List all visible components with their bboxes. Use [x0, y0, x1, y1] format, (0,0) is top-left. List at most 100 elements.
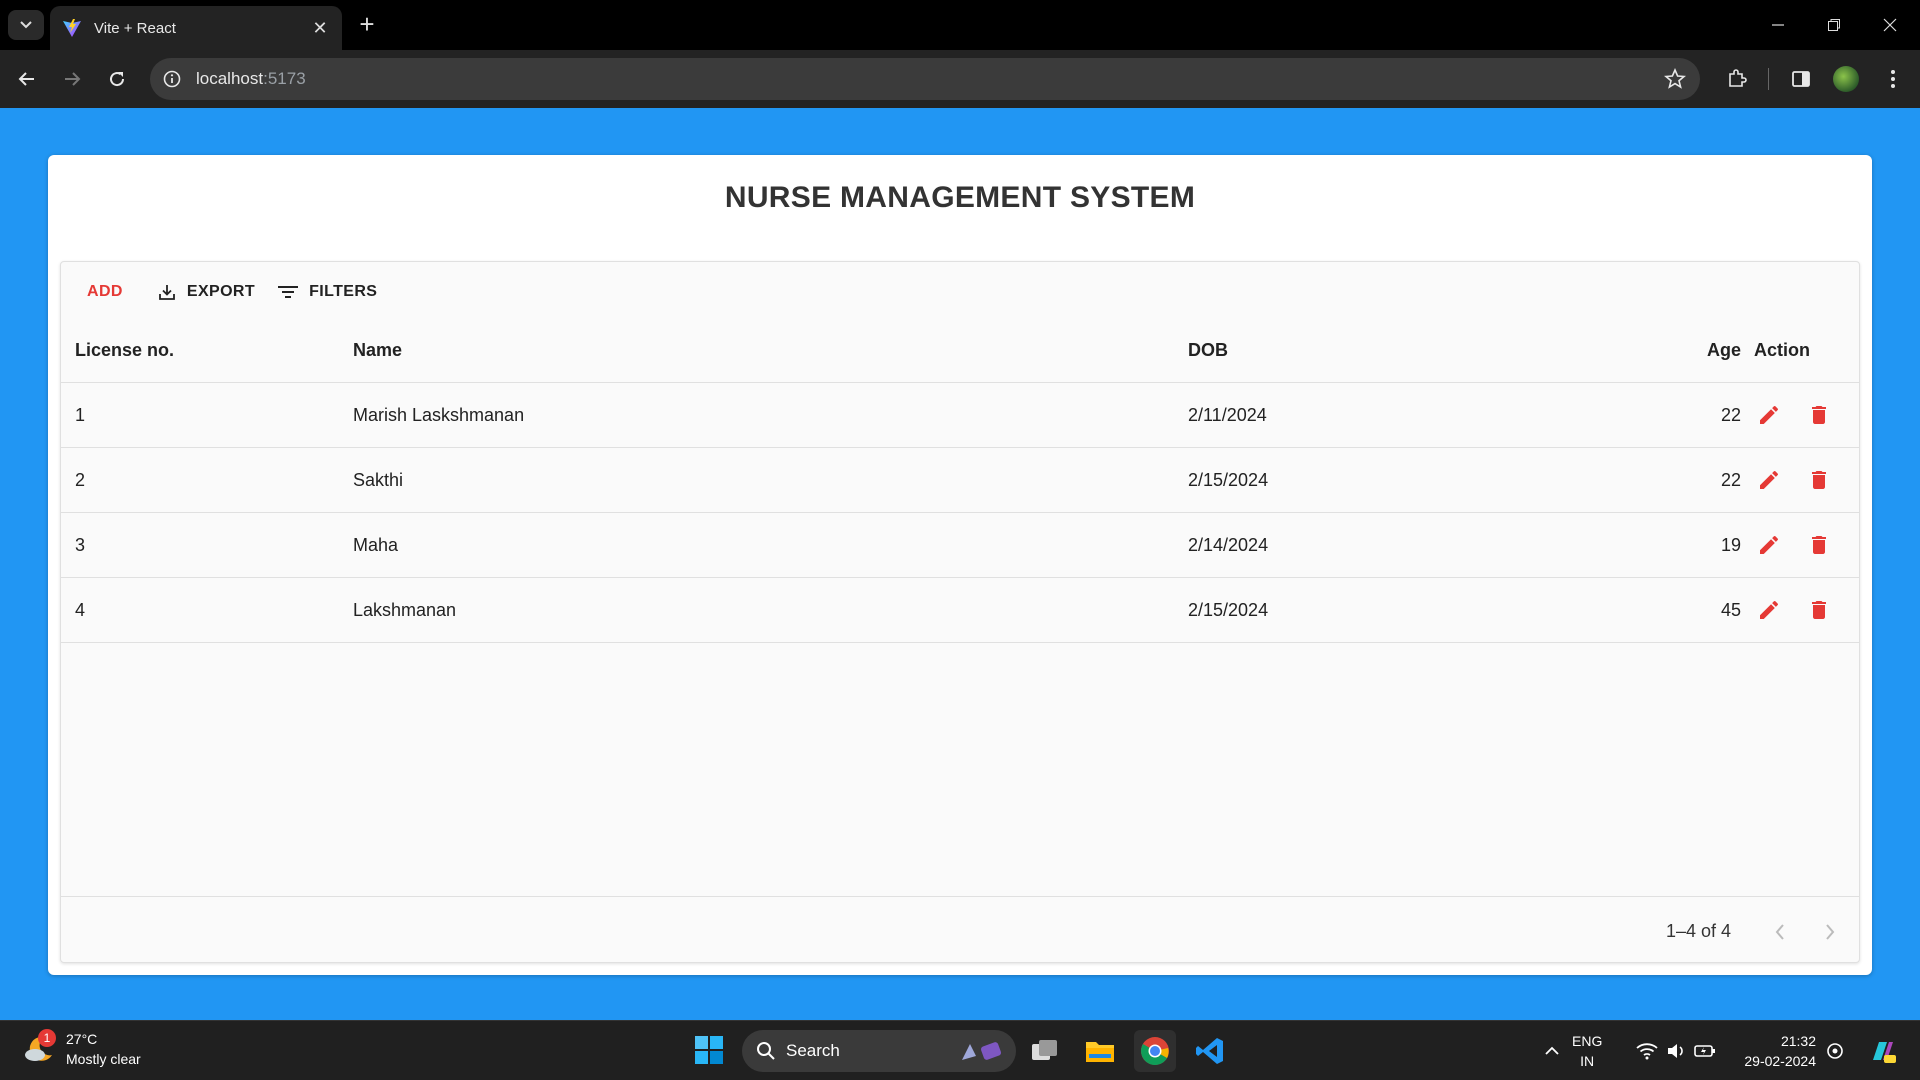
table-row[interactable]: 3 Maha 2/14/2024 19 [61, 513, 1859, 578]
restore-button[interactable] [1806, 0, 1862, 50]
table-row[interactable]: 2 Sakthi 2/15/2024 22 [61, 448, 1859, 513]
language-code: ENG [1572, 1033, 1603, 1049]
edit-button[interactable] [1754, 595, 1784, 625]
delete-button[interactable] [1804, 530, 1834, 560]
chevron-up-icon [1545, 1046, 1559, 1055]
toolbar-divider [1768, 68, 1769, 90]
weather-widget[interactable]: 1 27°C Mostly clear [22, 1029, 141, 1069]
notification-badge: 1 [38, 1029, 56, 1047]
add-button-label: ADD [87, 283, 123, 300]
weather-moon-icon: 1 [22, 1029, 58, 1067]
export-button[interactable]: EXPORT [147, 274, 265, 310]
folder-icon [1086, 1042, 1114, 1062]
chevron-left-icon [1775, 924, 1784, 940]
windows-logo-icon [695, 1036, 723, 1064]
profile-button[interactable] [1831, 64, 1861, 94]
column-header-name[interactable]: Name [353, 318, 402, 382]
pencil-icon [1760, 535, 1779, 554]
side-panel-button[interactable] [1786, 64, 1816, 94]
notifications-button[interactable] [1818, 1030, 1852, 1072]
column-header-dob[interactable]: DOB [1188, 318, 1228, 382]
age-cell: 19 [1720, 534, 1741, 555]
vscode-icon [1196, 1038, 1223, 1064]
browser-tab[interactable]: Vite + React ✕ [50, 6, 342, 50]
edit-button[interactable] [1754, 400, 1784, 430]
table-row[interactable]: 4 Lakshmanan 2/15/2024 45 [61, 578, 1859, 643]
close-icon [1883, 18, 1897, 32]
arrow-left-icon [18, 72, 34, 86]
dob-cell: 2/15/2024 [1188, 469, 1269, 490]
side-panel-icon [1792, 71, 1810, 87]
chrome-button[interactable] [1134, 1030, 1176, 1072]
vscode-button[interactable] [1189, 1030, 1231, 1072]
minimize-button[interactable] [1750, 0, 1806, 50]
extensions-button[interactable] [1722, 64, 1752, 94]
edit-button[interactable] [1754, 530, 1784, 560]
copilot-button[interactable] [1860, 1030, 1904, 1072]
trash-icon [1812, 601, 1826, 619]
export-button-label: EXPORT [186, 283, 256, 300]
show-hidden-icons-button[interactable] [1535, 1030, 1569, 1072]
clock-time: 21:32 [1780, 1033, 1816, 1049]
download-icon [158, 285, 175, 300]
start-button[interactable] [694, 1035, 724, 1065]
region-code: IN [1580, 1053, 1595, 1069]
previous-page-button[interactable] [1765, 917, 1795, 947]
age-cell: 45 [1720, 599, 1741, 620]
tab-search-button[interactable] [8, 10, 44, 40]
temperature: 27°C [66, 1031, 98, 1047]
next-page-button[interactable] [1815, 917, 1845, 947]
column-header-action[interactable]: Action [1744, 318, 1854, 382]
language-indicator[interactable]: ENG IN [1572, 1031, 1602, 1071]
star-icon[interactable] [1664, 68, 1686, 90]
close-window-button[interactable] [1862, 0, 1918, 50]
license-cell: 3 [75, 534, 86, 555]
edit-button[interactable] [1754, 465, 1784, 495]
reload-icon [110, 72, 125, 87]
vite-logo-icon [63, 19, 81, 37]
delete-button[interactable] [1804, 400, 1834, 430]
search-placeholder: Search [786, 1041, 840, 1060]
name-cell: Lakshmanan [353, 599, 457, 620]
weather-condition: Mostly clear [66, 1051, 141, 1067]
main-card: NURSE MANAGEMENT SYSTEM ADD EXPORT FILTE… [48, 155, 1872, 975]
clock[interactable]: 21:32 29-02-2024 [1730, 1031, 1816, 1071]
column-header-age[interactable]: Age [1641, 318, 1741, 382]
system-tray[interactable] [1636, 1021, 1716, 1080]
nurse-data-grid: ADD EXPORT FILTERS License no. Name DOB … [60, 261, 1860, 963]
menu-button[interactable] [1878, 64, 1908, 94]
address-bar[interactable]: localhost:5173 [150, 58, 1700, 100]
table-header-row: License no. Name DOB Age Action [61, 318, 1859, 383]
battery-icon [1694, 1045, 1715, 1057]
chevron-right-icon [1826, 924, 1835, 940]
forward-button[interactable] [57, 64, 87, 94]
grid-footer: 1–4 of 4 [61, 896, 1859, 964]
tab-close-icon[interactable]: ✕ [310, 18, 330, 39]
site-info-icon[interactable] [162, 69, 182, 89]
table-row[interactable]: 1 Marish Laskshmanan 2/11/2024 22 [61, 383, 1859, 448]
url-text: localhost:5173 [196, 69, 306, 88]
task-view-icon [1032, 1040, 1057, 1060]
avatar [1833, 66, 1859, 92]
file-explorer-button[interactable] [1079, 1030, 1121, 1072]
browser-toolbar: localhost:5173 [0, 50, 1920, 108]
delete-button[interactable] [1804, 465, 1834, 495]
license-cell: 1 [75, 404, 86, 425]
delete-button[interactable] [1804, 595, 1834, 625]
tab-title: Vite + React [94, 19, 176, 37]
taskbar-search[interactable]: Search [742, 1030, 1016, 1072]
task-view-button[interactable] [1024, 1030, 1066, 1072]
search-icon [757, 1042, 775, 1060]
dob-cell: 2/15/2024 [1188, 599, 1269, 620]
new-tab-button[interactable]: + [352, 10, 382, 40]
age-cell: 22 [1720, 404, 1741, 425]
add-button[interactable]: ADD [77, 274, 133, 310]
action-cell [1744, 513, 1854, 577]
column-header-license[interactable]: License no. [75, 318, 174, 382]
back-button[interactable] [12, 64, 42, 94]
filters-button[interactable]: FILTERS [267, 274, 387, 310]
grid-toolbar: ADD EXPORT FILTERS [61, 262, 1859, 322]
minimize-icon [1772, 24, 1784, 26]
action-cell [1744, 448, 1854, 512]
reload-button[interactable] [102, 64, 132, 94]
